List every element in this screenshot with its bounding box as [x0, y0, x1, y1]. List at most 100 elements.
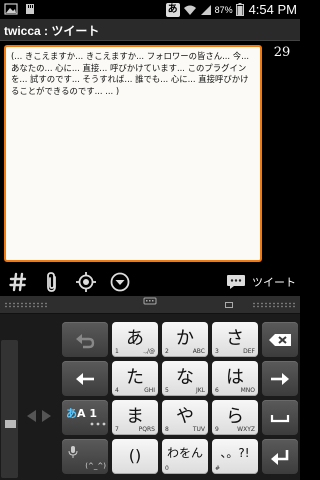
key-num-label: 3 [215, 348, 219, 355]
battery-icon [235, 3, 244, 16]
cursor-arrows[interactable] [24, 408, 56, 424]
left-arrow-icon [76, 372, 94, 385]
kana-key-ta[interactable]: た 4 GHI [112, 361, 158, 396]
kana-key-ra[interactable]: ら 9 WXYZ [212, 400, 258, 435]
right-arrow-icon [271, 372, 289, 385]
right-arrow-icon[interactable] [40, 408, 54, 424]
key-num-label: 5 [165, 387, 169, 394]
speech-bubble-icon [227, 275, 245, 289]
kana-key-ya[interactable]: や 8 TUV [162, 400, 208, 435]
mode-dots-icon [90, 422, 106, 426]
key-sub-label: PQRS [138, 426, 155, 433]
kana-key-sa[interactable]: さ 3 DEF [212, 322, 258, 357]
key-num-label: 4 [115, 387, 119, 394]
key-sub-label: MNO [240, 387, 255, 394]
status-bar: あ 87% 4:54 PM [0, 0, 300, 19]
microphone-icon [68, 446, 78, 458]
kana-key-a[interactable]: あ 1 .,/@ [112, 322, 158, 357]
key-main-label: ら [226, 406, 244, 427]
key-main-label: わをん [166, 446, 203, 460]
key-main-label: は [226, 367, 244, 388]
key-num-label: 9 [215, 426, 219, 433]
hashtag-icon [9, 272, 27, 292]
app-title: twicca : ツイート [4, 24, 100, 38]
emoji-key[interactable]: (^_^) [62, 439, 108, 474]
key-num-label: 0 [165, 465, 169, 472]
ime-indicator-icon: あ [165, 2, 180, 17]
attach-button[interactable] [40, 270, 64, 294]
keyboard-slider[interactable] [1, 340, 18, 478]
emoji-label: (^_^) [85, 462, 106, 470]
key-sub-label: DEF [243, 348, 255, 355]
left-arrow-icon[interactable] [24, 408, 38, 424]
key-num-label: 1 [115, 348, 119, 355]
key-sub-label: TUV [192, 426, 205, 433]
mode-alpha-label: A 1 [77, 407, 97, 420]
picture-icon [4, 3, 18, 15]
undo-icon [76, 333, 95, 348]
key-main-label: や [176, 406, 194, 427]
title-bar: twicca : ツイート [0, 19, 300, 41]
cursor-left-key[interactable] [62, 361, 108, 396]
key-sub-label: .,/@ [143, 348, 155, 355]
character-count: 29 [273, 45, 291, 60]
clock: 4:54 PM [248, 2, 297, 17]
location-icon [76, 272, 96, 292]
key-main-label: あ [126, 328, 144, 349]
small-keyboard-icon[interactable] [225, 302, 233, 308]
slider-handle[interactable] [5, 420, 16, 428]
key-main-label: た [126, 367, 144, 388]
undo-key[interactable] [62, 322, 108, 357]
key-main-label: () [128, 446, 142, 465]
backspace-key[interactable] [262, 322, 298, 357]
key-num-label: 7 [115, 426, 119, 433]
key-sub-label: JKL [195, 387, 205, 394]
punctuation-key[interactable]: 、。?! # [212, 439, 258, 474]
key-num-label: 8 [165, 426, 169, 433]
more-icon [110, 272, 130, 292]
attach-icon [47, 272, 56, 292]
kana-key-ka[interactable]: か 2 ABC [162, 322, 208, 357]
key-main-label: さ [226, 328, 244, 349]
key-main-label: ま [126, 406, 144, 427]
key-num-label: 2 [165, 348, 169, 355]
more-options-button[interactable] [108, 270, 132, 294]
brackets-key[interactable]: () [112, 439, 158, 474]
grip-right[interactable] [252, 302, 296, 308]
japanese-keyboard: あA 1 (^_^) あ 1 .,/@ か 2 ABC さ 3 DEF た 4 GHI … [0, 296, 300, 480]
keyboard-top-bar [0, 296, 300, 314]
wifi-icon [183, 5, 196, 15]
kana-key-ma[interactable]: ま 7 PQRS [112, 400, 158, 435]
tweet-input[interactable]: (... きこえますか... きこえますか... フォロワーの皆さん... 今.… [4, 45, 262, 262]
key-sub-label: GHI [144, 387, 155, 394]
key-sub-label: WXYZ [237, 426, 255, 433]
location-button[interactable] [74, 270, 98, 294]
input-mode-key[interactable]: あA 1 [62, 400, 108, 435]
battery-level: 87% [214, 4, 233, 15]
key-main-label: 、。?! [220, 446, 250, 460]
kana-key-ha[interactable]: は 6 MNO [212, 361, 258, 396]
tweet-button-label: ツイート [252, 276, 296, 289]
key-main-label: な [176, 367, 194, 388]
hashtag-button[interactable] [6, 270, 30, 294]
expand-keyboard-icon[interactable] [142, 297, 158, 305]
cursor-right-key[interactable] [262, 361, 298, 396]
sd-card-icon [26, 4, 34, 14]
mode-kana-label: あ [66, 407, 77, 420]
tweet-text[interactable]: (... きこえますか... きこえますか... フォロワーの皆さん... 今.… [6, 47, 260, 101]
key-main-label: か [176, 328, 194, 349]
space-key[interactable] [262, 400, 298, 435]
space-icon [270, 414, 290, 422]
kana-key-wa[interactable]: わをん 0 [162, 439, 208, 474]
kana-key-na[interactable]: な 5 JKL [162, 361, 208, 396]
signal-icon [200, 4, 211, 15]
enter-key[interactable] [262, 439, 298, 474]
grip-left[interactable] [4, 302, 48, 308]
key-num-label: 6 [215, 387, 219, 394]
key-num-label: # [215, 465, 221, 472]
backspace-icon [269, 333, 291, 346]
enter-icon [271, 449, 289, 465]
tweet-button[interactable]: ツイート [226, 270, 296, 294]
compose-toolbar: ツイート [0, 266, 300, 296]
keyboard-side-panel [0, 316, 60, 480]
